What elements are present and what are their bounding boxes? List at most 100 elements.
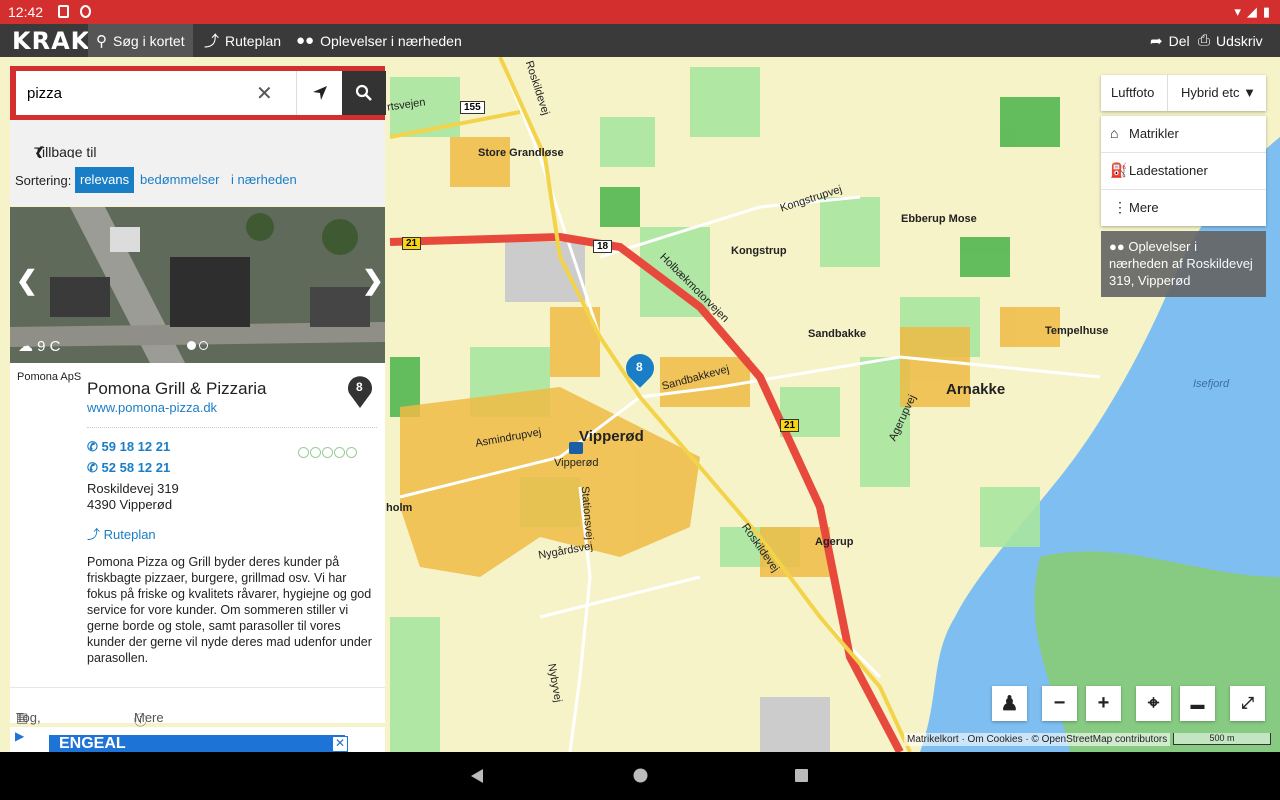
map-label-agerup: Agerup <box>815 536 854 548</box>
top-navigation: KRAK ⚲ Søg i kortet ⤴ Ruteplan ●● Opleve… <box>0 24 1280 57</box>
menu-item-cadastral-label: Matrikler <box>1129 126 1179 141</box>
person-icon: ♟ <box>1000 693 1019 715</box>
search-icon <box>355 84 372 101</box>
result-marker-number: 8 <box>356 380 363 394</box>
printer-icon: ⎙ <box>1198 32 1211 49</box>
weather-indicator: ☁ 9 C <box>18 337 61 355</box>
status-bar: 12:42 ▾ ◢ ▮ <box>0 0 1280 24</box>
menu-item-more[interactable]: ⋮ Mere <box>1101 190 1266 226</box>
tab-search-label: Søg i kortet <box>113 32 185 49</box>
cloud-icon: ☁ <box>18 338 38 355</box>
status-right-icons: ▾ ◢ ▮ <box>1234 4 1270 20</box>
binoculars-icon: ●● <box>1109 239 1129 254</box>
expand-icon: ⤢ <box>1241 694 1254 712</box>
experiences-nearby-text: Oplevelser i nærheden af Roskildevej 319… <box>1109 239 1253 288</box>
zoom-in-button[interactable]: + <box>1086 686 1121 721</box>
minus-icon: − <box>1053 692 1066 714</box>
home-nav-icon[interactable] <box>633 768 648 783</box>
signal-icon: ◢ <box>1246 4 1257 19</box>
result-footer: ▤ Tog, Bus & Metro ⓘ Mere info <box>10 687 385 770</box>
menu-item-cadastral[interactable]: ⌂ Matrikler <box>1101 116 1266 153</box>
map-label-arnakke: Arnakke <box>946 381 1006 398</box>
tab-search-map[interactable]: ⚲ Søg i kortet <box>88 24 193 57</box>
divider <box>87 427 377 428</box>
phone-link-1[interactable]: ✆ 59 18 12 21 <box>87 439 170 455</box>
layer-aerial-button[interactable]: Luftfoto <box>1111 85 1154 100</box>
map-label-ebberup-mose: Ebberup Mose <box>901 213 977 225</box>
cadastral-icon: ⌂ <box>1110 125 1119 141</box>
locate-me-button[interactable] <box>296 71 343 115</box>
menu-item-more-label: Mere <box>1129 200 1159 215</box>
map-label-store-grandlose: Store Grandløse <box>478 147 564 159</box>
website-link[interactable]: www.pomona-pizza.dk <box>87 400 217 415</box>
aerial-photo-carousel: ❮ ❯ ☁ 9 C <box>10 207 385 363</box>
sorting-bar: Sortering: relevans bedømmelser i nærhed… <box>10 158 385 206</box>
result-card: Pomona ApS Pomona Grill & Pizzaria www.p… <box>10 363 385 770</box>
route-plan-link[interactable]: ⤴ Ruteplan <box>87 524 156 543</box>
map-pin-number: 8 <box>636 360 643 374</box>
back-to-results-link[interactable]: ❮ Tillbage til resultatliste <box>10 120 385 176</box>
map-label-isefjord: Isefjord <box>1193 378 1230 390</box>
recents-nav-icon[interactable] <box>794 768 809 783</box>
phone-number-2: 52 58 12 21 <box>101 460 171 475</box>
caret-down-icon: ▼ <box>1243 85 1257 100</box>
sd-card-icon <box>58 5 69 18</box>
result-title: Pomona Grill & Pizzaria <box>87 379 267 398</box>
battery-icon: ▮ <box>1262 4 1270 19</box>
measure-button[interactable]: ▬ <box>1180 686 1215 721</box>
system-navigation-bar <box>0 752 1280 800</box>
menu-item-charging-label: Ladestationer <box>1129 163 1208 178</box>
tab-route-plan[interactable]: ⤴ Ruteplan <box>196 24 289 57</box>
ad-choices-icon[interactable]: ▶ <box>15 729 24 743</box>
map-tools-menu: ⌂ Matrikler ⛽ Ladestationer ⋮ Mere <box>1101 116 1266 226</box>
search-panel: ✕ <box>10 66 386 120</box>
tab-experiences-label: Oplevelser i nærheden <box>320 32 462 49</box>
ad-banner[interactable]: ▶ ENGEAL ✕ <box>10 727 385 752</box>
sort-nearby[interactable]: i nærheden <box>226 167 302 193</box>
menu-item-charging-stations[interactable]: ⛽ Ladestationer <box>1101 153 1266 190</box>
map-label-vipperod: Vipperød <box>579 428 644 445</box>
sort-ratings[interactable]: bedømmelser <box>135 167 224 193</box>
krak-logo[interactable]: KRAK <box>12 27 90 55</box>
layer-hybrid-dropdown[interactable]: Hybrid etc ▼ <box>1167 75 1266 111</box>
rating-stars[interactable] <box>298 447 357 458</box>
photo-next-button[interactable]: ❯ <box>362 265 384 296</box>
sort-relevance[interactable]: relevans <box>75 167 135 193</box>
do-not-disturb-icon <box>80 5 91 18</box>
layer-switcher: Luftfoto Hybrid etc ▼ <box>1101 75 1266 111</box>
my-location-button[interactable]: ⌖ <box>1136 686 1171 721</box>
map-label-holm: holm <box>386 502 413 514</box>
search-input[interactable] <box>16 71 286 115</box>
phone-link-2[interactable]: ✆ 52 58 12 21 <box>87 460 170 476</box>
map-station-label: Vipperød <box>554 457 599 469</box>
phone-icon: ✆ <box>87 460 102 475</box>
location-arrow-icon <box>313 86 327 100</box>
ad-content[interactable]: ENGEAL <box>49 735 345 752</box>
ad-close-button[interactable]: ✕ <box>332 736 348 752</box>
route-icon: ⤴ <box>204 33 220 50</box>
binoculars-icon: ●● <box>296 32 315 49</box>
map-scale-bar: 500 m <box>1173 733 1271 745</box>
fullscreen-button[interactable]: ⤢ <box>1230 686 1265 721</box>
experiences-nearby-box[interactable]: ●● Oplevelser i nærheden af Roskildevej … <box>1101 231 1266 297</box>
zoom-out-button[interactable]: − <box>1042 686 1077 721</box>
road-shield-18: 18 <box>593 240 613 253</box>
wifi-icon: ▾ <box>1234 4 1241 19</box>
road-shield-155: 155 <box>460 101 485 114</box>
clear-search-button[interactable]: ✕ <box>256 81 273 106</box>
back-nav-icon[interactable] <box>470 768 484 784</box>
share-label: Del <box>1168 32 1190 49</box>
phone-number-1: 59 18 12 21 <box>101 439 171 454</box>
photo-prev-button[interactable]: ❮ <box>16 265 38 296</box>
tab-experiences[interactable]: ●● Oplevelser i nærheden <box>288 24 470 57</box>
layer-hybrid-label: Hybrid etc <box>1181 85 1240 100</box>
print-button[interactable]: ⎙ Udskriv <box>1190 24 1271 57</box>
result-description: Pomona Pizza og Grill byder deres kunder… <box>87 555 372 665</box>
photo-pagination <box>187 341 208 350</box>
map-label-kongstrup: Kongstrup <box>731 245 787 257</box>
street-view-button[interactable]: ♟ <box>992 686 1027 721</box>
plus-icon: + <box>1097 692 1110 714</box>
map-attribution[interactable]: Matrikelkort · Om Cookies · © OpenStreet… <box>904 733 1171 746</box>
search-button[interactable] <box>342 71 386 115</box>
sorting-label: Sortering: <box>15 173 72 188</box>
